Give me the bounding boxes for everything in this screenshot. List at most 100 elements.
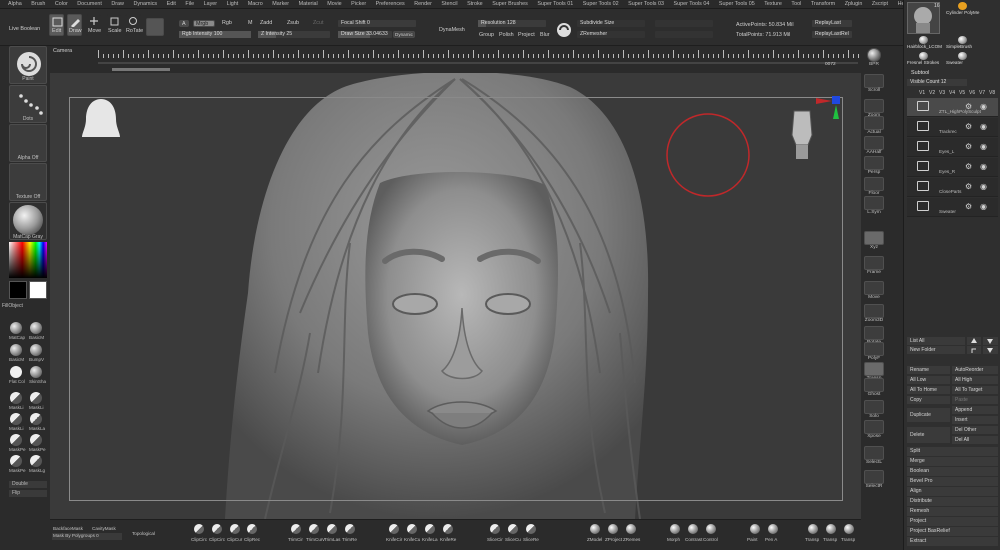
- version-tab[interactable]: V4: [949, 90, 955, 96]
- bottom-tool-icon[interactable]: [626, 524, 636, 534]
- tool-thumb[interactable]: Sweater: [946, 52, 982, 66]
- gear-icon[interactable]: ⚙: [965, 122, 972, 131]
- version-tab[interactable]: V8: [989, 90, 995, 96]
- arrow-up-button[interactable]: [967, 337, 981, 345]
- menu-item[interactable]: Material: [299, 1, 318, 7]
- zremesher-icon[interactable]: [556, 22, 572, 38]
- bottom-tool-icon[interactable]: [230, 524, 240, 534]
- ruler-scrubber[interactable]: [112, 68, 170, 71]
- resolution-slider[interactable]: Resolution 128: [478, 20, 546, 27]
- subtool-item[interactable]: ⚙ ◉ Trackrec: [907, 118, 998, 137]
- menu-item[interactable]: Draw: [111, 1, 124, 7]
- view-tool-button[interactable]: [864, 136, 884, 150]
- menu-item[interactable]: Super Tools 04: [673, 1, 709, 7]
- view-tool-button[interactable]: [864, 420, 884, 434]
- subtool-item[interactable]: ⚙ ◉ Sweater: [907, 198, 998, 217]
- eye-icon[interactable]: ◉: [980, 162, 987, 171]
- menu-item[interactable]: Alpha: [8, 1, 22, 7]
- autoreorder-button[interactable]: AutoReorder: [952, 366, 998, 374]
- subtool-action[interactable]: Extract: [907, 537, 998, 546]
- view-tool-button[interactable]: [864, 304, 884, 318]
- draw-button[interactable]: Draw: [67, 14, 82, 36]
- subdivide-size-slider[interactable]: Subdivide Size: [577, 20, 645, 27]
- topological-toggle[interactable]: Topological: [132, 531, 155, 536]
- view-tool-button[interactable]: [864, 196, 884, 210]
- subtool-action[interactable]: Align: [907, 487, 998, 496]
- paste-button[interactable]: Paste: [952, 396, 998, 404]
- menu-item[interactable]: Marker: [272, 1, 289, 7]
- insert-button[interactable]: Insert: [952, 416, 998, 424]
- bottom-tool-icon[interactable]: [768, 524, 778, 534]
- bottom-tool-icon[interactable]: [670, 524, 680, 534]
- a-button[interactable]: A: [179, 20, 189, 27]
- view-tool-button[interactable]: [864, 470, 884, 484]
- subtool-action[interactable]: Boolean: [907, 467, 998, 476]
- cavity-mask-toggle[interactable]: CavityMask: [92, 526, 116, 531]
- del-other-button[interactable]: Del Other: [952, 426, 998, 434]
- subtool-item[interactable]: ⚙ ◉ CloseParts: [907, 178, 998, 197]
- subtool-action[interactable]: Remesh: [907, 507, 998, 516]
- subtool-action[interactable]: Project: [907, 517, 998, 526]
- project-toggle[interactable]: Project: [518, 32, 535, 38]
- menu-item[interactable]: Brush: [31, 1, 45, 7]
- menu-item[interactable]: Transform: [811, 1, 835, 7]
- view-tool-button[interactable]: [867, 48, 881, 62]
- mask-sphere[interactable]: [30, 413, 42, 425]
- dynamic-button[interactable]: Dynamic: [393, 31, 415, 38]
- bottom-tool-icon[interactable]: [443, 524, 453, 534]
- menu-item[interactable]: Render: [414, 1, 432, 7]
- view-tool-button[interactable]: [864, 378, 884, 392]
- menu-item[interactable]: Movie: [327, 1, 341, 7]
- eye-icon[interactable]: ◉: [980, 142, 987, 151]
- group-toggle[interactable]: Group: [479, 32, 494, 38]
- move-up-button[interactable]: [967, 346, 981, 354]
- view-tool-button[interactable]: [864, 326, 884, 340]
- view-tool-button[interactable]: [864, 116, 884, 130]
- menu-item[interactable]: Super Brushes: [492, 1, 528, 7]
- mask-by-polygroups-slider[interactable]: Mask By Polygroups 0: [52, 533, 122, 540]
- subtool-action[interactable]: Project BasRelief: [907, 527, 998, 536]
- bottom-tool-icon[interactable]: [706, 524, 716, 534]
- view-tool-button[interactable]: [864, 177, 884, 191]
- tool-thumb[interactable]: SimpleBrush: [946, 36, 982, 50]
- view-tool-button[interactable]: [864, 400, 884, 414]
- dynamesh-button[interactable]: DynaMesh: [439, 27, 465, 33]
- tool-thumb[interactable]: Hairblock_LCOM: [907, 36, 943, 50]
- zadd-button[interactable]: Zadd: [260, 20, 272, 26]
- visible-count-slider[interactable]: Visible Count 12: [907, 79, 967, 86]
- secondary-color-swatch[interactable]: [9, 281, 27, 299]
- view-tool-button[interactable]: [864, 156, 884, 170]
- menu-item[interactable]: Picker: [351, 1, 366, 7]
- m-button[interactable]: M: [248, 20, 253, 26]
- gear-icon[interactable]: ⚙: [965, 202, 972, 211]
- view-tool-button[interactable]: [864, 74, 884, 88]
- menu-item[interactable]: Zscript: [872, 1, 888, 7]
- view-tool-button[interactable]: [864, 99, 884, 113]
- append-button[interactable]: Append: [952, 406, 998, 414]
- subtool-action[interactable]: Merge: [907, 457, 998, 466]
- version-tab[interactable]: V2: [929, 90, 935, 96]
- list-all-button[interactable]: List All: [907, 337, 965, 345]
- mask-sphere[interactable]: [10, 413, 22, 425]
- arrow-down-button[interactable]: [983, 337, 998, 345]
- menu-item[interactable]: Stroke: [467, 1, 483, 7]
- menu-item[interactable]: File: [185, 1, 194, 7]
- subtool-header[interactable]: Subtool: [907, 70, 998, 77]
- empty-slider-1[interactable]: [655, 20, 713, 27]
- subtool-item[interactable]: ⚙ ◉ ZTL_HighPolySculpt: [907, 98, 998, 117]
- rgb-button[interactable]: Rgb: [222, 20, 232, 26]
- menu-item[interactable]: Tool: [791, 1, 801, 7]
- eye-icon[interactable]: ◉: [980, 202, 987, 211]
- mask-sphere[interactable]: [30, 392, 42, 404]
- bottom-tool-icon[interactable]: [389, 524, 399, 534]
- rotate-button[interactable]: RoTate: [125, 14, 143, 36]
- bottom-tool-icon[interactable]: [826, 524, 836, 534]
- backface-mask-toggle[interactable]: BackfaceMask: [53, 526, 83, 531]
- subtool-action[interactable]: Bevel Pro: [907, 477, 998, 486]
- mrgb-button[interactable]: Mrgb: [193, 20, 215, 27]
- double-button[interactable]: Double: [9, 481, 47, 488]
- gear-icon[interactable]: ⚙: [965, 142, 972, 151]
- z-intensity-slider[interactable]: Z Intensity 25: [258, 31, 330, 38]
- bottom-tool-icon[interactable]: [508, 524, 518, 534]
- draw-size-slider[interactable]: Draw Size 33.04633: [338, 31, 392, 38]
